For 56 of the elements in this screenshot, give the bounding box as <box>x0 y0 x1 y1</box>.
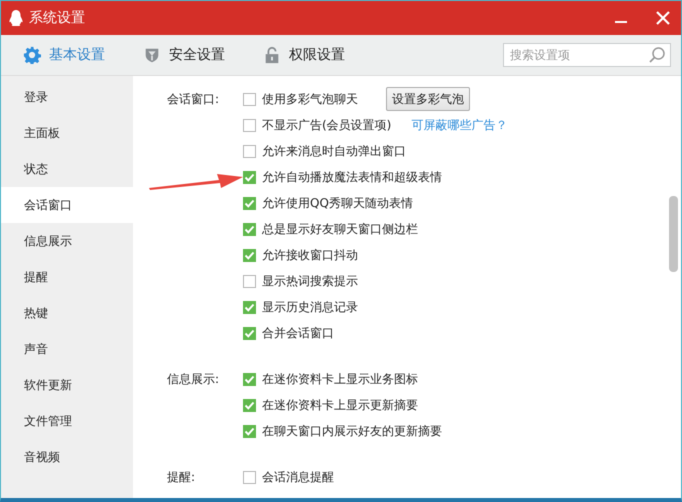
sidebar-item[interactable]: 信息展示 <box>1 223 133 259</box>
sidebar-item[interactable]: 登录 <box>1 79 133 115</box>
option-label[interactable]: 在聊天窗口内展示好友的更新摘要 <box>262 422 442 440</box>
option-label[interactable]: 总是显示好友聊天窗口侧边栏 <box>262 220 418 238</box>
sidebar-item[interactable]: 状态 <box>1 151 133 187</box>
checkbox[interactable] <box>243 398 256 412</box>
option-label[interactable]: 会话消息提醒 <box>262 468 334 486</box>
checkbox[interactable] <box>243 470 256 484</box>
checkbox[interactable] <box>243 196 256 210</box>
sidebar-item[interactable]: 音视频 <box>1 439 133 475</box>
checkbox[interactable] <box>243 326 256 340</box>
option-label[interactable]: 显示历史消息记录 <box>262 298 358 316</box>
sidebar-item[interactable]: 会话窗口 <box>1 187 133 223</box>
checkbox[interactable] <box>243 274 256 288</box>
checkbox[interactable] <box>243 222 256 236</box>
window-title: 系统设置 <box>29 9 86 27</box>
settings-button[interactable]: 设置多彩气泡 <box>386 87 470 111</box>
checkbox[interactable] <box>243 92 256 106</box>
option-label[interactable]: 使用多彩气泡聊天 <box>262 90 358 108</box>
sidebar-item[interactable]: 软件更新 <box>1 367 133 403</box>
tab[interactable]: 权限设置 <box>263 46 345 64</box>
gear-icon <box>23 46 41 64</box>
option-label[interactable]: 允许自动播放魔法表情和超级表情 <box>262 168 442 186</box>
tab[interactable]: 安全设置 <box>143 46 225 64</box>
section-label: 会话窗口: <box>167 91 220 107</box>
search-icon <box>648 46 666 64</box>
option-label[interactable]: 显示热词搜索提示 <box>262 272 358 290</box>
option-label[interactable]: 允许接收窗口抖动 <box>262 246 358 264</box>
sidebar-item[interactable]: 文件管理 <box>1 403 133 439</box>
shield-icon <box>143 46 161 64</box>
option-label[interactable]: 在迷你资料卡上显示更新摘要 <box>262 396 418 414</box>
checkbox[interactable] <box>243 372 256 386</box>
checkbox[interactable] <box>243 300 256 314</box>
option-label[interactable]: 允许使用QQ秀聊天随动表情 <box>262 194 413 212</box>
help-link[interactable]: 可屏蔽哪些广告？ <box>411 116 508 134</box>
search-field[interactable]: 搜索设置项 <box>503 43 671 67</box>
checkbox[interactable] <box>243 144 256 158</box>
sidebar-item[interactable]: 主面板 <box>1 115 133 151</box>
penguin-icon <box>9 9 23 27</box>
section-label: 提醒: <box>167 469 196 485</box>
minimize-icon <box>615 20 627 22</box>
option-label[interactable]: 不显示广告(会员设置项) <box>262 116 392 134</box>
checkbox[interactable] <box>243 170 256 184</box>
scrollbar-thumb[interactable] <box>669 196 678 272</box>
sidebar-item[interactable]: 声音 <box>1 331 133 367</box>
sidebar-item[interactable]: 热键 <box>1 295 133 331</box>
checkbox[interactable] <box>243 248 256 262</box>
checkbox[interactable] <box>243 118 256 132</box>
option-label[interactable]: 允许来消息时自动弹出窗口 <box>262 142 406 160</box>
option-label[interactable]: 在迷你资料卡上显示业务图标 <box>262 370 418 388</box>
option-label[interactable]: 合并会话窗口 <box>262 324 334 342</box>
sidebar-item[interactable]: 提醒 <box>1 259 133 295</box>
section-label: 信息展示: <box>167 371 220 387</box>
tab[interactable]: 基本设置 <box>23 46 105 64</box>
checkbox[interactable] <box>243 424 256 438</box>
lock-icon <box>263 46 281 64</box>
